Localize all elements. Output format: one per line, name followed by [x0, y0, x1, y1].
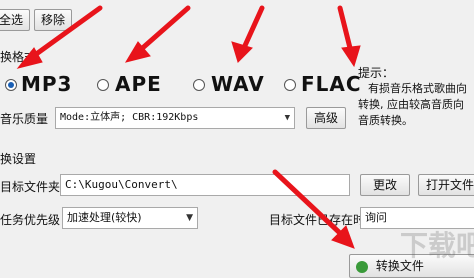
convert-icon — [356, 260, 368, 273]
chevron-down-icon: ▼ — [284, 113, 290, 123]
watermark-logo: 下载吧 — [400, 229, 474, 262]
format-label-mp3: MP3 — [21, 72, 73, 96]
priority-select[interactable]: 加速处理(较快) ▼ — [62, 207, 198, 229]
tip-line-2: 转换, 应由较高音质向 — [358, 98, 464, 111]
format-section-title: 换格式 — [0, 50, 37, 64]
target-folder-input[interactable]: C:\Kugou\Convert\ — [60, 174, 350, 196]
priority-value: 加速处理(较快) — [67, 211, 142, 224]
arrow-to-flac-icon — [337, 5, 361, 68]
quality-label: 音乐质量 — [0, 112, 49, 126]
target-folder-label: 目标文件夹 — [0, 180, 61, 194]
format-label-flac: FLAC — [301, 72, 362, 96]
chevron-down-icon: ▼ — [186, 213, 193, 223]
tip-line-1: 有损音乐格式歌曲向 — [368, 82, 467, 95]
priority-label: 任务优先级 — [0, 213, 61, 227]
format-label-ape: APE — [115, 72, 162, 96]
format-label-wav: WAV — [211, 72, 265, 96]
radio-mp3[interactable] — [5, 79, 17, 91]
tip-title: 提示： — [358, 66, 395, 80]
arrow-to-wav-icon — [231, 5, 265, 63]
radio-ape[interactable] — [97, 79, 109, 91]
tip-line-3: 音质转换。 — [358, 114, 413, 127]
exists-label: 目标文件已存在时 — [269, 213, 366, 227]
remove-button[interactable]: 移除 — [34, 9, 72, 31]
exists-value: 询问 — [365, 211, 387, 224]
radio-wav[interactable] — [193, 79, 205, 91]
quality-select[interactable]: Mode:立体声; CBR:192Kbps ▼ — [55, 107, 295, 129]
change-folder-button[interactable]: 更改 — [360, 174, 410, 196]
quality-value: Mode:立体声; CBR:192Kbps — [60, 112, 199, 123]
advanced-button[interactable]: 高级 — [306, 107, 346, 129]
select-all-button[interactable]: 全选 — [0, 9, 30, 31]
open-folder-button[interactable]: 打开文件 — [418, 174, 474, 196]
radio-flac[interactable] — [284, 79, 296, 91]
settings-section-title: 换设置 — [0, 152, 37, 166]
arrow-to-ape-icon — [124, 5, 191, 63]
